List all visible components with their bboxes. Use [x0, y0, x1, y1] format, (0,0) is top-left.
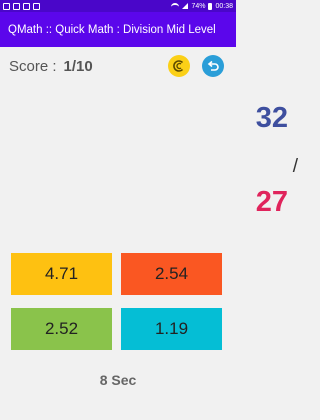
first-number: 32: [255, 102, 288, 134]
score-label: Score :: [9, 58, 57, 75]
status-bar: 74% 00:38: [0, 0, 236, 12]
notification-gallery-icon: [23, 2, 30, 10]
restart-button[interactable]: [168, 55, 190, 77]
operator: /: [292, 156, 298, 177]
battery-icon: [208, 2, 213, 10]
notification-n-icon: [3, 2, 10, 10]
timer: 8 Sec: [99, 372, 137, 388]
answer-label-4: 1.19: [154, 319, 189, 338]
notification-icons: [3, 2, 40, 10]
system-icons: 74% 00:38: [171, 2, 233, 10]
score-row: Score : 1/10: [9, 58, 93, 75]
restart-icon: [173, 60, 184, 72]
app-title: QMath :: Quick Math : Division Mid Level: [8, 23, 216, 36]
notification-image-icon: [13, 2, 20, 10]
back-icon: [207, 60, 219, 71]
signal-icon: [182, 3, 189, 9]
answer-label-2: 2.54: [154, 264, 189, 283]
answer-label-3: 2.52: [44, 319, 79, 338]
answer-button-1[interactable]: 4.71: [11, 253, 112, 295]
score-value: 1/10: [63, 58, 93, 75]
battery-percent: 74%: [191, 2, 206, 10]
back-button[interactable]: [202, 55, 224, 77]
answer-button-2[interactable]: 2.54: [121, 253, 222, 295]
wifi-icon: [171, 3, 180, 9]
notification-mail-icon: [33, 2, 40, 10]
answer-label-1: 4.71: [44, 264, 79, 283]
answer-button-4[interactable]: 1.19: [121, 308, 222, 350]
second-number: 27: [255, 186, 288, 218]
app-bar: QMath :: Quick Math : Division Mid Level: [0, 12, 236, 47]
answer-button-3[interactable]: 2.52: [11, 308, 112, 350]
clock: 00:38: [215, 2, 233, 10]
